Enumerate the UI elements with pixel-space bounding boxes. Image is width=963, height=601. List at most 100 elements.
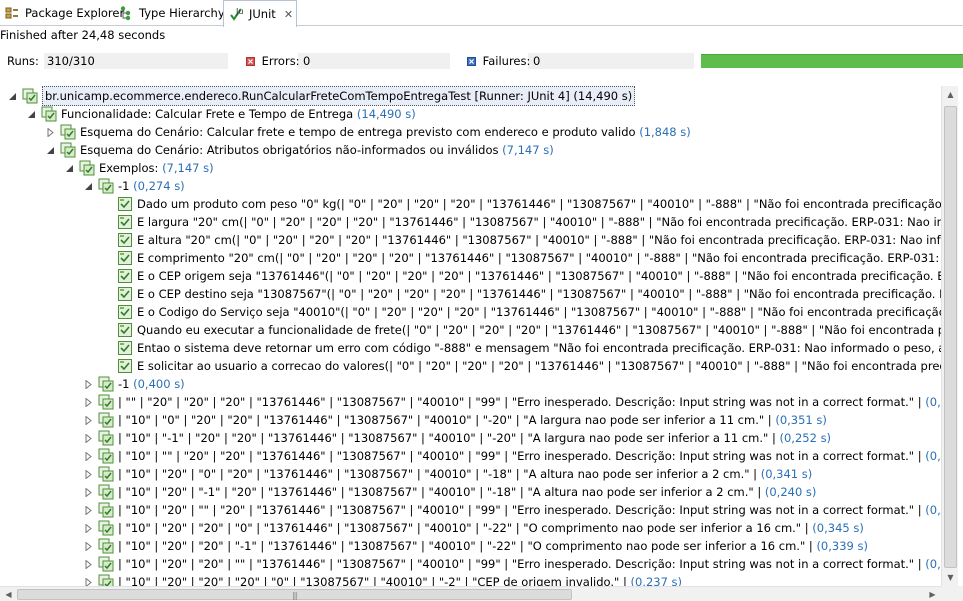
tab-package-explorer[interactable]: Package Explorer xyxy=(0,0,124,26)
collapsed-twisty-icon[interactable] xyxy=(46,127,55,137)
tree-node-label: Esquema do Cenário: Calcular frete e tem… xyxy=(80,123,691,141)
collapsed-twisty-icon[interactable] xyxy=(84,487,93,497)
suite-passed-icon xyxy=(98,574,114,586)
errors-counter: Errors: 0 xyxy=(246,53,310,70)
collapsed-twisty-icon[interactable] xyxy=(84,379,93,389)
test-suite-row[interactable]: | "10" | "20" | "20" | "" | "13761446" |… xyxy=(0,555,941,573)
tree-node-label: | "10" | "20" | "20" | "0" | "13761446" … xyxy=(118,519,864,537)
expanded-twisty-icon[interactable] xyxy=(27,110,36,119)
horizontal-scroll-thumb[interactable]: ||| xyxy=(17,589,572,600)
horizontal-scrollbar[interactable]: ◀ ||| ▶ xyxy=(0,586,941,601)
suite-passed-icon xyxy=(98,430,114,446)
tree-node-label: -1 (0,400 s) xyxy=(118,375,185,393)
test-suite-row[interactable]: | "10" | "" | "20" | "20" | "13761446" |… xyxy=(0,447,941,465)
expanded-twisty-icon[interactable] xyxy=(46,146,55,155)
test-result-tree[interactable]: br.unicamp.ecommerce.endereco.RunCalcula… xyxy=(0,86,941,586)
test-suite-row[interactable]: Funcionalidade: Calcular Frete e Tempo d… xyxy=(0,105,416,123)
node-duration: (0,237 s) xyxy=(630,575,683,586)
expanded-twisty-icon[interactable] xyxy=(8,92,17,101)
test-passed-icon xyxy=(117,286,133,302)
collapsed-twisty-icon[interactable] xyxy=(84,523,93,533)
test-case-row[interactable]: E comprimento "20" cm(| "0" | "20" | "20… xyxy=(0,249,941,267)
node-text: E o Codigo do Serviço seja "40010"(| "0"… xyxy=(137,305,941,319)
test-suite-row[interactable]: | "10" | "20" | "0" | "20" | "13761446" … xyxy=(0,465,812,483)
test-case-row[interactable]: E largura "20" cm(| "0" | "20" | "20" | … xyxy=(0,213,941,231)
test-case-row[interactable]: E o CEP origem seja "13761446"(| "0" | "… xyxy=(0,267,941,285)
collapsed-twisty-icon[interactable] xyxy=(84,505,93,515)
node-duration: (0,274 s) xyxy=(133,179,185,193)
tree-node-label: E o CEP destino seja "13087567"(| "0" | … xyxy=(137,285,941,303)
test-case-row[interactable]: E altura "20" cm(| "0" | "20" | "20" | "… xyxy=(0,231,941,249)
close-icon[interactable]: ✕ xyxy=(284,8,293,21)
test-case-row[interactable]: Entao o sistema deve retornar um erro co… xyxy=(0,339,941,357)
tree-node-label: Dado um produto com peso "0" kg(| "0" | … xyxy=(137,195,941,213)
suite-passed-icon xyxy=(98,484,114,500)
suite-passed-icon xyxy=(98,556,114,572)
node-duration: (0,400 s) xyxy=(133,377,185,391)
test-passed-icon xyxy=(117,358,133,374)
test-case-row[interactable]: E o CEP destino seja "13087567"(| "0" | … xyxy=(0,285,941,303)
test-case-row[interactable]: Dado um produto com peso "0" kg(| "0" | … xyxy=(0,195,941,213)
tab-label: Type Hierarchy xyxy=(139,6,225,20)
test-suite-row[interactable]: | "10" | "20" | "-1" | "20" | "13761446"… xyxy=(0,483,816,501)
grip-icon: ||| xyxy=(291,591,298,600)
node-text: | "10" | "20" | "20" | "-1" | "13761446"… xyxy=(118,539,813,553)
tree-node-label: br.unicamp.ecommerce.endereco.RunCalcula… xyxy=(42,86,636,106)
node-duration: (0,379 s) xyxy=(925,395,941,409)
test-suite-row[interactable]: -1 (0,400 s) xyxy=(0,375,185,393)
tree-node-label: Esquema do Cenário: Atributos obrigatóri… xyxy=(80,141,554,159)
suite-passed-icon xyxy=(98,376,114,392)
collapsed-twisty-icon[interactable] xyxy=(84,577,93,586)
test-suite-row[interactable]: | "10" | "20" | "20" | "0" | "13761446" … xyxy=(0,519,864,537)
scroll-right-icon[interactable]: ▶ xyxy=(924,587,941,601)
test-case-row[interactable]: E solicitar ao usuario a correcao do val… xyxy=(0,357,941,375)
tree-node-label: Quando eu executar a funcionalidade de f… xyxy=(137,321,941,339)
test-suite-row[interactable]: | "" | "20" | "20" | "20" | "13761446" |… xyxy=(0,393,941,411)
collapsed-twisty-icon[interactable] xyxy=(84,559,93,569)
scroll-left-icon[interactable]: ◀ xyxy=(0,587,17,601)
test-passed-icon xyxy=(117,304,133,320)
suite-passed-icon xyxy=(79,160,95,176)
error-icon xyxy=(246,54,255,70)
tree-node-label: | "10" | "20" | "20" | "-1" | "13761446"… xyxy=(118,537,868,555)
scroll-down-icon[interactable]: ▼ xyxy=(942,569,959,586)
test-case-row[interactable]: Quando eu executar a funcionalidade de f… xyxy=(0,321,941,339)
node-text: -1 xyxy=(118,179,130,193)
collapsed-twisty-icon[interactable] xyxy=(84,469,93,479)
test-suite-row[interactable]: -1 (0,274 s) xyxy=(0,177,185,195)
test-suite-row[interactable]: | "10" | "0" | "20" | "20" | "13761446" … xyxy=(0,411,827,429)
tree-node-label: E largura "20" cm(| "0" | "20" | "20" | … xyxy=(137,213,941,231)
test-suite-row[interactable]: | "10" | "20" | "" | "20" | "13761446" |… xyxy=(0,501,941,519)
node-duration: (0,345 s) xyxy=(812,521,864,535)
collapsed-twisty-icon[interactable] xyxy=(84,397,93,407)
test-suite-row[interactable]: | "10" | "20" | "20" | "-1" | "13761446"… xyxy=(0,537,868,555)
collapsed-twisty-icon[interactable] xyxy=(84,541,93,551)
test-suite-row[interactable]: | "10" | "-1" | "20" | "20" | "13761446"… xyxy=(0,429,831,447)
test-suite-row[interactable]: Exemplos: (7,147 s) xyxy=(0,159,214,177)
tab-type-hierarchy[interactable]: Type Hierarchy xyxy=(114,0,225,26)
test-suite-row[interactable]: Esquema do Cenário: Calcular frete e tem… xyxy=(0,123,691,141)
scroll-up-icon[interactable]: ▲ xyxy=(942,86,959,103)
test-passed-icon xyxy=(117,340,133,356)
vertical-scrollbar[interactable]: ▲ ▼ xyxy=(941,86,958,586)
node-text: | "10" | "0" | "20" | "20" | "13761446" … xyxy=(118,413,772,427)
expanded-twisty-icon[interactable] xyxy=(84,182,93,191)
test-suite-row[interactable]: | "10" | "20" | "20" | "20" | "0" | "130… xyxy=(0,573,682,586)
vertical-scroll-thumb[interactable] xyxy=(944,106,957,568)
collapsed-twisty-icon[interactable] xyxy=(84,451,93,461)
suite-passed-icon xyxy=(22,88,38,104)
tab-junit[interactable]: Ju JUnit ✕ xyxy=(223,0,297,27)
collapsed-twisty-icon[interactable] xyxy=(84,415,93,425)
node-duration: (0,244 s) xyxy=(925,503,941,517)
test-suite-row[interactable]: Esquema do Cenário: Atributos obrigatóri… xyxy=(0,141,554,159)
test-case-row[interactable]: E o Codigo do Serviço seja "40010"(| "0"… xyxy=(0,303,941,321)
collapsed-twisty-icon[interactable] xyxy=(84,433,93,443)
expanded-twisty-icon[interactable] xyxy=(65,164,74,173)
test-suite-row[interactable]: br.unicamp.ecommerce.endereco.RunCalcula… xyxy=(0,86,636,106)
